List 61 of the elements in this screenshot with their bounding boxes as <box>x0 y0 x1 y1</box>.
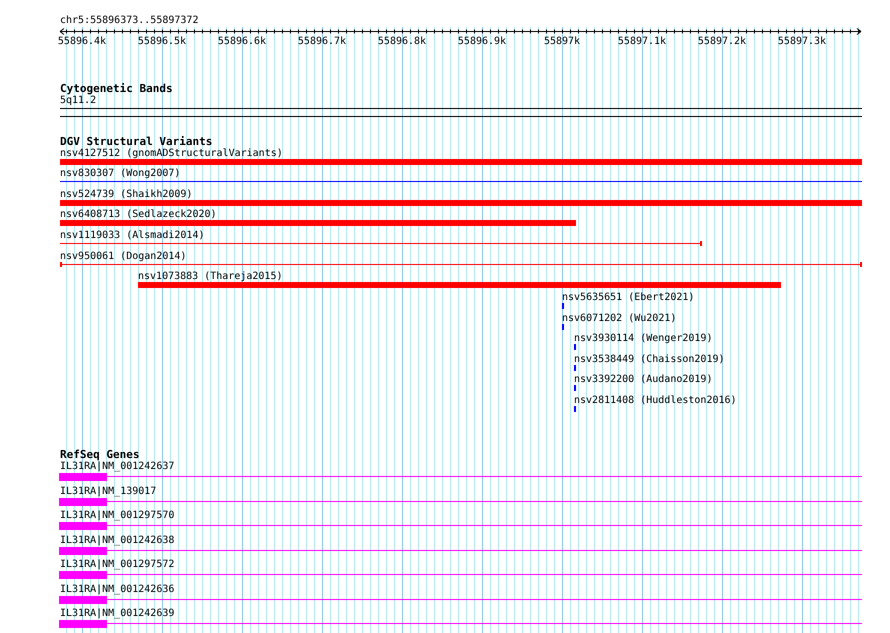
intron-line[interactable] <box>107 623 862 624</box>
ruler-tick-label: 55896.7k <box>298 36 346 47</box>
exon-block[interactable] <box>59 571 107 580</box>
gene-label: IL31RA|NM_001297570 <box>60 510 174 522</box>
variant-label: nsv1119033 (Alsmadi2014) <box>60 230 204 242</box>
ruler-tick-label: 55896.9k <box>458 36 506 47</box>
variant-mark[interactable] <box>574 406 576 412</box>
ruler-tick-label: 55896.4k <box>58 36 106 47</box>
variant-label: nsv524739 (Shaikh2009) <box>60 188 192 201</box>
ruler-tick-label: 55897.3k <box>778 36 826 47</box>
variant-label: nsv1073883 (Thareja2015) <box>138 271 282 284</box>
variant-mark[interactable] <box>574 385 576 392</box>
intron-line[interactable] <box>107 598 862 600</box>
intron-line[interactable] <box>107 476 862 478</box>
exon-block[interactable] <box>59 473 107 482</box>
cytoband[interactable] <box>60 108 862 117</box>
variant-line[interactable] <box>60 181 862 182</box>
variant-label: nsv2811408 (Huddleston2016) <box>574 395 737 408</box>
ruler-tick-label: 55896.6k <box>218 36 266 47</box>
exon-block[interactable] <box>59 546 107 555</box>
track-title: DGV Structural Variants <box>60 134 212 148</box>
variant-bar[interactable] <box>60 158 862 165</box>
variant-label: nsv6408713 (Sedlazeck2020) <box>60 209 217 222</box>
exon-block[interactable] <box>59 498 107 506</box>
ruler-tick-label: 55897.1k <box>618 36 666 47</box>
variant-label: nsv3538449 (Chaisson2019) <box>574 354 725 366</box>
intron-line[interactable] <box>107 525 862 526</box>
variant-label: nsv830307 (Wong2007) <box>60 168 180 180</box>
variant-label: nsv4127512 (gnomADStructuralVariants) <box>60 148 283 160</box>
gene-label: IL31RA|NM_001242639 <box>60 608 174 620</box>
variant-bar[interactable] <box>60 200 862 206</box>
variant-bar[interactable] <box>138 282 781 288</box>
exon-block[interactable] <box>59 620 107 628</box>
variant-mark[interactable] <box>562 324 564 330</box>
band-label: 5q11.2 <box>60 94 98 107</box>
ruler-tick-label: 55896.8k <box>378 36 426 47</box>
intron-line[interactable] <box>107 500 862 502</box>
gene-label: IL31RA|NM_001242636 <box>60 584 174 596</box>
gene-label: IL31RA|NM_001242637 <box>60 461 174 474</box>
gene-label: IL31RA|NM_139017 <box>60 486 156 498</box>
ruler-tick-label: 55896.5k <box>138 36 186 47</box>
ruler-tick-label: 55897.2k <box>698 36 746 47</box>
track-title: RefSeq Genes <box>60 448 140 462</box>
variant-label: nsv3930114 (Wenger2019) <box>574 333 712 346</box>
variant-label: nsv950061 (Dogan2014) <box>60 250 186 263</box>
variant-label: nsv6071202 (Wu2021) <box>562 312 676 325</box>
variant-mark[interactable] <box>562 302 564 309</box>
exon-block[interactable] <box>59 596 107 604</box>
exon-block[interactable] <box>59 522 107 530</box>
intron-line[interactable] <box>107 550 862 551</box>
variant-bar[interactable] <box>60 220 576 226</box>
intron-line[interactable] <box>107 574 862 576</box>
variant-label: nsv5635651 (Ebert2021) <box>562 292 694 304</box>
gene-label: IL31RA|NM_001242638 <box>60 534 174 547</box>
location-label: chr5:55896373..55897372 <box>60 15 200 27</box>
variant-label: nsv3392200 (Audano2019) <box>574 374 712 386</box>
variant-mark[interactable] <box>574 364 576 371</box>
ruler-tick-label: 55897k <box>544 36 580 47</box>
variant-mark[interactable] <box>574 344 576 350</box>
gene-label: IL31RA|NM_001297572 <box>60 559 174 572</box>
track-title: Cytogenetic Bands <box>60 82 173 95</box>
